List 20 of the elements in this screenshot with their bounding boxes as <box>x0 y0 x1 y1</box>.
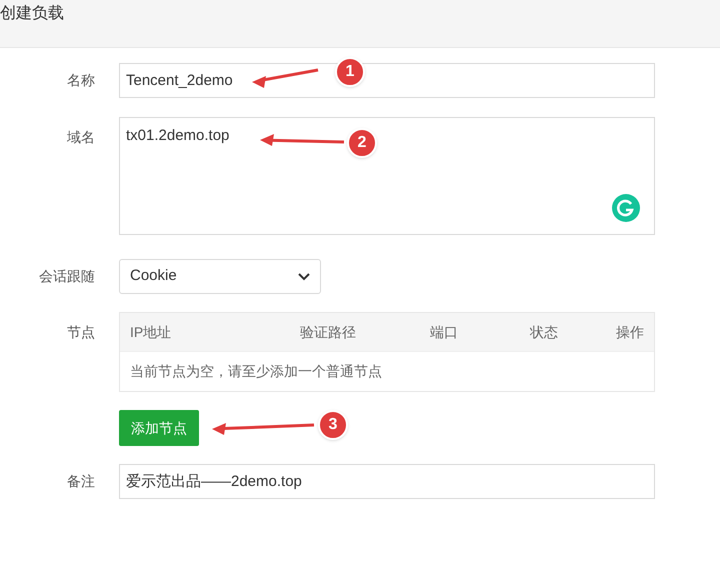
session-select[interactable]: Cookie <box>119 259 321 294</box>
field-label: 域名 <box>67 129 95 145</box>
chevron-down-icon <box>298 272 310 280</box>
column-header: 操作 <box>616 324 644 340</box>
step-number-badge: 2 <box>347 128 377 158</box>
grammar-assistant-icon[interactable] <box>612 194 640 222</box>
empty-message: 当前节点为空，请至少添加一个普通节点 <box>130 362 382 381</box>
step-number-badge: 1 <box>335 57 365 87</box>
remark-input[interactable]: 爱示范出品——2demo.top <box>119 464 655 499</box>
field-label: 会话跟随 <box>39 268 95 284</box>
column-header: IP地址 <box>130 324 172 340</box>
page-title: 创建负载 <box>0 4 64 24</box>
step-number-badge: 3 <box>318 410 348 440</box>
field-label: 名称 <box>67 72 95 88</box>
column-header: 状态 <box>530 324 558 340</box>
column-header: 端口 <box>430 324 458 340</box>
column-header: 验证路径 <box>300 324 356 340</box>
field-label: 备注 <box>67 473 95 489</box>
domain-value: tx01.2demo.top <box>126 127 230 144</box>
field-label: 节点 <box>67 324 95 340</box>
